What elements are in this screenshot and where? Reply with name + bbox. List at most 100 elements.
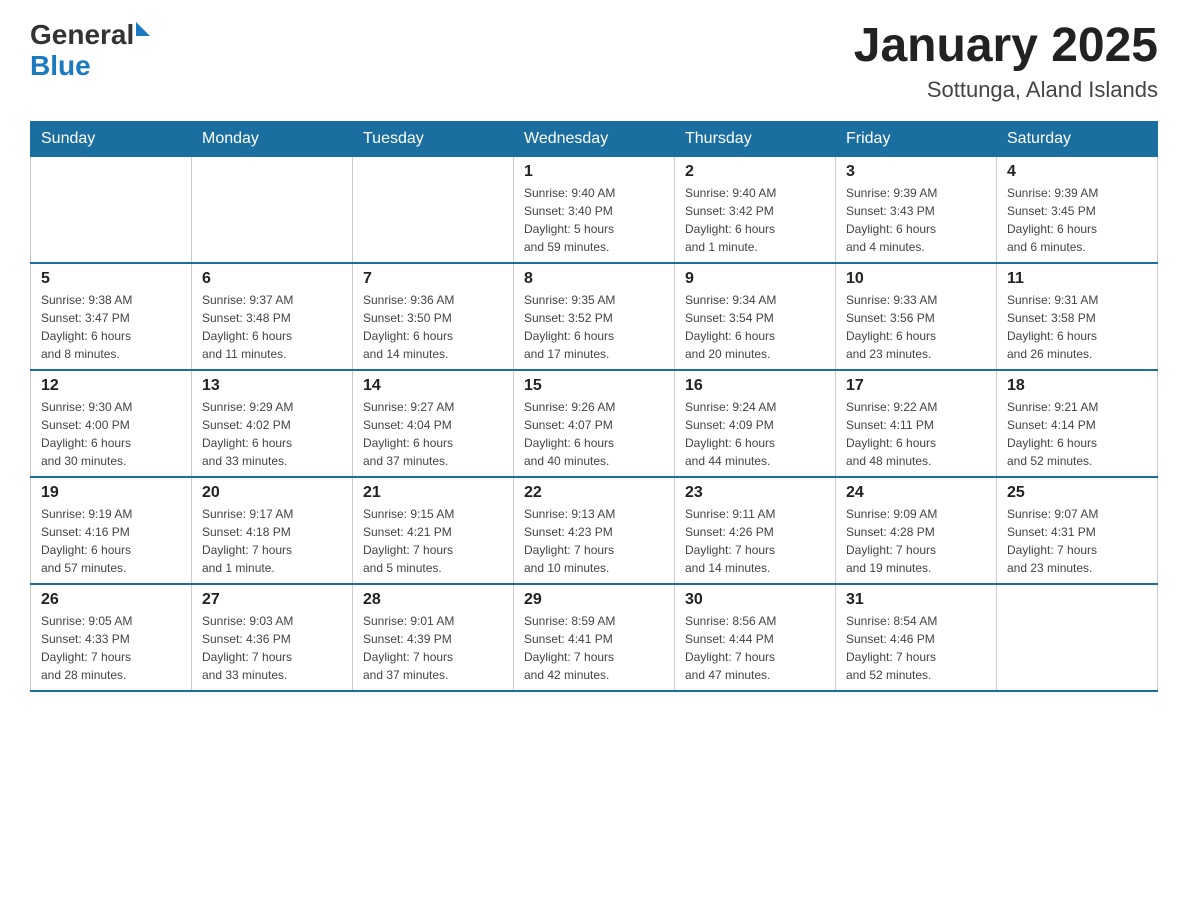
column-header-tuesday: Tuesday [353, 121, 514, 156]
day-number: 14 [363, 377, 503, 395]
day-info: Sunrise: 9:40 AM Sunset: 3:42 PM Dayligh… [685, 184, 825, 256]
day-info: Sunrise: 9:39 AM Sunset: 3:45 PM Dayligh… [1007, 184, 1147, 256]
day-info: Sunrise: 9:31 AM Sunset: 3:58 PM Dayligh… [1007, 291, 1147, 363]
calendar-cell: 18 Sunrise: 9:21 AM Sunset: 4:14 PM Dayli… [997, 370, 1158, 477]
day-info: Sunrise: 9:30 AM Sunset: 4:00 PM Dayligh… [41, 398, 181, 470]
calendar-week-row: 26 Sunrise: 9:05 AM Sunset: 4:33 PM Dayli… [31, 584, 1158, 691]
day-info: Sunrise: 9:26 AM Sunset: 4:07 PM Dayligh… [524, 398, 664, 470]
day-info: Sunrise: 9:29 AM Sunset: 4:02 PM Dayligh… [202, 398, 342, 470]
day-number: 1 [524, 163, 664, 181]
day-number: 18 [1007, 377, 1147, 395]
day-info: Sunrise: 9:05 AM Sunset: 4:33 PM Dayligh… [41, 612, 181, 684]
day-number: 20 [202, 484, 342, 502]
calendar-cell: 10Sunrise: 9:33 AM Sunset: 3:56 PM Dayli… [836, 263, 997, 370]
day-info: Sunrise: 8:59 AM Sunset: 4:41 PM Dayligh… [524, 612, 664, 684]
day-info: Sunrise: 9:27 AM Sunset: 4:04 PM Dayligh… [363, 398, 503, 470]
calendar-cell: 30Sunrise: 8:56 AM Sunset: 4:44 PM Dayli… [675, 584, 836, 691]
day-number: 8 [524, 270, 664, 288]
logo-general-text: General [30, 20, 134, 51]
calendar-cell [997, 584, 1158, 691]
day-info: Sunrise: 9:21 AM Sunset: 4:14 PM Dayligh… [1007, 398, 1147, 470]
calendar-cell: 5 Sunrise: 9:38 AM Sunset: 3:47 PM Daylig… [31, 263, 192, 370]
calendar-cell: 16 Sunrise: 9:24 AM Sunset: 4:09 PM Dayli… [675, 370, 836, 477]
column-header-thursday: Thursday [675, 121, 836, 156]
day-number: 5 [41, 270, 181, 288]
day-info: Sunrise: 9:09 AM Sunset: 4:28 PM Dayligh… [846, 505, 986, 577]
calendar-cell: 28 Sunrise: 9:01 AM Sunset: 4:39 PM Dayli… [353, 584, 514, 691]
day-info: Sunrise: 9:17 AM Sunset: 4:18 PM Dayligh… [202, 505, 342, 577]
column-header-friday: Friday [836, 121, 997, 156]
calendar-cell: 29 Sunrise: 8:59 AM Sunset: 4:41 PM Dayli… [514, 584, 675, 691]
calendar-header-row: SundayMondayTuesdayWednesdayThursdayFrid… [31, 121, 1158, 156]
day-number: 2 [685, 163, 825, 181]
day-info: Sunrise: 9:34 AM Sunset: 3:54 PM Dayligh… [685, 291, 825, 363]
day-number: 19 [41, 484, 181, 502]
day-number: 27 [202, 591, 342, 609]
day-number: 12 [41, 377, 181, 395]
month-year-title: January 2025 [854, 20, 1158, 73]
day-number: 21 [363, 484, 503, 502]
day-number: 3 [846, 163, 986, 181]
day-number: 28 [363, 591, 503, 609]
column-header-wednesday: Wednesday [514, 121, 675, 156]
calendar-cell: 9Sunrise: 9:34 AM Sunset: 3:54 PM Daylig… [675, 263, 836, 370]
day-info: Sunrise: 9:22 AM Sunset: 4:11 PM Dayligh… [846, 398, 986, 470]
column-header-monday: Monday [192, 121, 353, 156]
calendar-cell: 31Sunrise: 8:54 AM Sunset: 4:46 PM Dayli… [836, 584, 997, 691]
column-header-sunday: Sunday [31, 121, 192, 156]
day-number: 26 [41, 591, 181, 609]
calendar-cell: 6Sunrise: 9:37 AM Sunset: 3:48 PM Daylig… [192, 263, 353, 370]
calendar-cell: 22Sunrise: 9:13 AM Sunset: 4:23 PM Dayli… [514, 477, 675, 584]
calendar-cell: 23 Sunrise: 9:11 AM Sunset: 4:26 PM Dayli… [675, 477, 836, 584]
calendar-cell: 14 Sunrise: 9:27 AM Sunset: 4:04 PM Dayli… [353, 370, 514, 477]
calendar-cell: 21 Sunrise: 9:15 AM Sunset: 4:21 PM Dayli… [353, 477, 514, 584]
day-info: Sunrise: 9:24 AM Sunset: 4:09 PM Dayligh… [685, 398, 825, 470]
calendar-week-row: 1 Sunrise: 9:40 AM Sunset: 3:40 PM Daylig… [31, 156, 1158, 263]
day-info: Sunrise: 9:35 AM Sunset: 3:52 PM Dayligh… [524, 291, 664, 363]
calendar-cell: 20 Sunrise: 9:17 AM Sunset: 4:18 PM Dayli… [192, 477, 353, 584]
logo: General Blue [30, 20, 150, 82]
calendar-cell: 19 Sunrise: 9:19 AM Sunset: 4:16 PM Dayli… [31, 477, 192, 584]
day-number: 11 [1007, 270, 1147, 288]
calendar-cell [192, 156, 353, 263]
day-info: Sunrise: 9:36 AM Sunset: 3:50 PM Dayligh… [363, 291, 503, 363]
day-number: 10 [846, 270, 986, 288]
title-block: January 2025 Sottunga, Aland Islands [854, 20, 1158, 103]
calendar-week-row: 12 Sunrise: 9:30 AM Sunset: 4:00 PM Dayli… [31, 370, 1158, 477]
day-number: 29 [524, 591, 664, 609]
column-header-saturday: Saturday [997, 121, 1158, 156]
day-number: 25 [1007, 484, 1147, 502]
day-info: Sunrise: 9:40 AM Sunset: 3:40 PM Dayligh… [524, 184, 664, 256]
day-info: Sunrise: 9:07 AM Sunset: 4:31 PM Dayligh… [1007, 505, 1147, 577]
calendar-cell [31, 156, 192, 263]
day-number: 6 [202, 270, 342, 288]
day-info: Sunrise: 9:03 AM Sunset: 4:36 PM Dayligh… [202, 612, 342, 684]
day-info: Sunrise: 9:15 AM Sunset: 4:21 PM Dayligh… [363, 505, 503, 577]
day-info: Sunrise: 9:11 AM Sunset: 4:26 PM Dayligh… [685, 505, 825, 577]
calendar-cell: 13 Sunrise: 9:29 AM Sunset: 4:02 PM Dayli… [192, 370, 353, 477]
day-info: Sunrise: 9:19 AM Sunset: 4:16 PM Dayligh… [41, 505, 181, 577]
logo-triangle-icon [136, 22, 150, 36]
day-number: 7 [363, 270, 503, 288]
day-number: 24 [846, 484, 986, 502]
calendar-cell: 2 Sunrise: 9:40 AM Sunset: 3:42 PM Daylig… [675, 156, 836, 263]
calendar-cell: 24 Sunrise: 9:09 AM Sunset: 4:28 PM Dayli… [836, 477, 997, 584]
calendar-cell: 12 Sunrise: 9:30 AM Sunset: 4:00 PM Dayli… [31, 370, 192, 477]
day-number: 23 [685, 484, 825, 502]
location-subtitle: Sottunga, Aland Islands [854, 77, 1158, 103]
calendar-cell: 11 Sunrise: 9:31 AM Sunset: 3:58 PM Dayli… [997, 263, 1158, 370]
day-number: 16 [685, 377, 825, 395]
page-header: General Blue January 2025 Sottunga, Alan… [30, 20, 1158, 103]
calendar-cell: 17 Sunrise: 9:22 AM Sunset: 4:11 PM Dayli… [836, 370, 997, 477]
day-number: 13 [202, 377, 342, 395]
day-info: Sunrise: 9:38 AM Sunset: 3:47 PM Dayligh… [41, 291, 181, 363]
calendar-cell: 1 Sunrise: 9:40 AM Sunset: 3:40 PM Daylig… [514, 156, 675, 263]
calendar-cell: 26 Sunrise: 9:05 AM Sunset: 4:33 PM Dayli… [31, 584, 192, 691]
calendar-week-row: 5 Sunrise: 9:38 AM Sunset: 3:47 PM Daylig… [31, 263, 1158, 370]
day-number: 30 [685, 591, 825, 609]
day-number: 17 [846, 377, 986, 395]
calendar-cell: 27 Sunrise: 9:03 AM Sunset: 4:36 PM Dayli… [192, 584, 353, 691]
day-info: Sunrise: 9:01 AM Sunset: 4:39 PM Dayligh… [363, 612, 503, 684]
day-number: 31 [846, 591, 986, 609]
calendar-table: SundayMondayTuesdayWednesdayThursdayFrid… [30, 121, 1158, 692]
